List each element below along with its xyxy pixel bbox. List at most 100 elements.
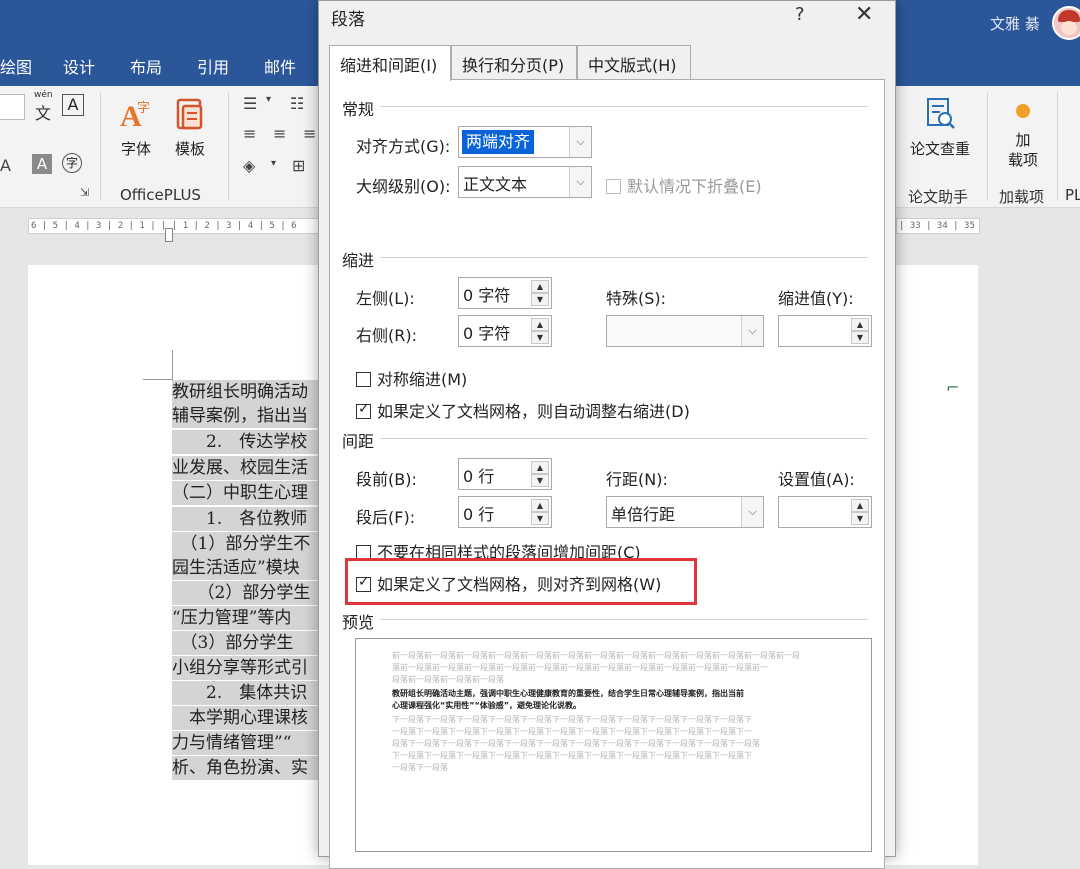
mirror-indents-checkbox[interactable]: 对称缩进(M) (356, 366, 467, 389)
font-dialog-launcher-icon[interactable]: ⇲ (80, 186, 89, 199)
avatar[interactable] (1052, 6, 1080, 40)
spacing-at-label: 设置值(A): (778, 470, 855, 489)
tab-line-page-breaks[interactable]: 换行和分页(P) (451, 45, 577, 79)
preview-prev-line: 段落前一段落前一段落前一段落 (392, 675, 504, 684)
doc-line: 教研组长明确活动 (172, 380, 322, 404)
preview-current-line: 教研组长明确活动主题，强调中职生心理健康教育的重要性，结合学生日常心理辅导案例，… (392, 689, 744, 698)
doc-line: （2）部分学生 (172, 581, 322, 605)
shading-dropdown-icon[interactable]: ▾ (271, 158, 276, 169)
preview-next-line: 一段落下一段落下一段落下一段落下一段落下一段落下一段落下一段落下一段落下一段落下… (392, 727, 752, 736)
numbering-icon[interactable]: ☷ (290, 94, 304, 113)
tab-layout[interactable]: 布局 (130, 54, 162, 78)
phonetic-guide-label: wén (34, 90, 53, 100)
tab-indents-spacing[interactable]: 缩进和间距(I) (329, 45, 451, 81)
spacing-section-label: 间距 (342, 432, 375, 451)
bullets-icon[interactable]: ☰ (243, 94, 257, 113)
spin-down-icon[interactable]: ▼ (531, 331, 549, 344)
borders-icon[interactable]: ⊞ (292, 156, 305, 175)
doc-line: 园生活适应”模块 (172, 556, 322, 580)
align-left-icon[interactable]: ≡ (243, 124, 256, 143)
comment-icon[interactable]: ⌐ (946, 378, 964, 397)
collapse-by-default-checkbox[interactable]: 默认情况下折叠(E) (606, 173, 762, 196)
chevron-down-icon: ⌵ (741, 497, 763, 527)
template-button[interactable]: 模板 (166, 96, 214, 159)
paper-check-button[interactable]: 论文查重 (903, 96, 977, 159)
spacing-after-stepper[interactable]: 0 行 ▲ ▼ (458, 496, 552, 528)
special-indent-label: 特殊(S): (606, 289, 667, 308)
indent-by-label: 缩进值(Y): (778, 289, 854, 308)
indent-section-label: 缩进 (342, 251, 375, 270)
tab-references[interactable]: 引用 (197, 54, 229, 78)
help-button[interactable]: ? (795, 4, 805, 25)
user-name[interactable]: 文雅 綦 (990, 13, 1040, 34)
indent-marker[interactable] (165, 228, 173, 242)
preview-section-label: 预览 (342, 613, 375, 632)
font-name-combo[interactable] (0, 94, 25, 120)
dialog-title: 段落 (331, 10, 365, 30)
doc-line: 业发展、校园生活 (172, 456, 322, 480)
tab-asian-typography[interactable]: 中文版式(H) (577, 45, 691, 79)
doc-line: 力与情绪管理”“ (172, 731, 322, 755)
alignment-select[interactable]: 两端对齐 ⌵ (458, 126, 592, 158)
indent-right-stepper[interactable]: 0 字符 ▲ ▼ (458, 315, 552, 347)
preview-next-line: 下一段落下一段落下一段落下一段落下一段落下一段落下一段落下一段落下一段落下一段落… (392, 715, 752, 724)
outline-level-label: 大纲级别(O): (356, 177, 451, 196)
spin-down-icon[interactable]: ▼ (531, 512, 549, 525)
spin-down-icon[interactable]: ▼ (531, 293, 549, 306)
doc-line: 析、角色扮演、实 (172, 756, 322, 780)
highlight-box (345, 558, 697, 605)
font-icon: A字 (120, 100, 150, 132)
tab-draw[interactable]: 绘图 (0, 54, 32, 78)
spin-down-icon[interactable]: ▼ (851, 512, 869, 525)
tab-design[interactable]: 设计 (63, 54, 95, 78)
indent-left-stepper[interactable]: 0 字符 ▲ ▼ (458, 277, 552, 309)
spin-up-icon[interactable]: ▲ (531, 318, 549, 331)
spin-up-icon[interactable]: ▲ (531, 499, 549, 512)
close-button[interactable]: ✕ (855, 2, 873, 27)
svg-text:字: 字 (137, 101, 150, 116)
tab-mailings[interactable]: 邮件 (264, 54, 296, 78)
preview-prev-line: 前一段落前一段落前一段落前一段落前一段落前一段落前一段落前一段落前一段落前一段落… (392, 651, 800, 660)
auto-adjust-right-indent-checkbox[interactable]: 如果定义了文档网格，则自动调整右缩进(D) (356, 398, 690, 421)
spin-down-icon[interactable]: ▼ (851, 331, 869, 344)
outline-level-select[interactable]: 正文文本 ⌵ (458, 166, 592, 198)
shading-icon[interactable]: ◈ (243, 156, 255, 175)
doc-line: （1）部分学生不 (172, 532, 322, 556)
addins-button[interactable]: 加 载项 (1000, 98, 1046, 170)
spacing-before-label: 段前(B): (356, 470, 417, 489)
spin-down-icon[interactable]: ▼ (531, 474, 549, 487)
line-spacing-select[interactable]: 单倍行距 ⌵ (606, 496, 764, 528)
font-button[interactable]: A字 字体 (113, 96, 159, 159)
line-spacing-label: 行距(N): (606, 470, 668, 489)
ruler-left-segment: 6 | 5 | 4 | 3 | 2 | 1 | | | 1 | 2 | 3 | … (28, 218, 320, 234)
officeplus-group-label-cut: PL (1065, 186, 1080, 204)
doc-line: 小组分享等形式引 (172, 656, 322, 680)
spin-up-icon[interactable]: ▲ (851, 318, 869, 331)
font-size-decrease-icon[interactable]: A (0, 156, 11, 175)
paper-assistant-group-label: 论文助手 (908, 188, 969, 206)
bullets-dropdown-icon[interactable]: ▾ (266, 94, 271, 105)
spin-up-icon[interactable]: ▲ (531, 280, 549, 293)
indent-by-stepper[interactable]: ▲ ▼ (778, 315, 872, 347)
doc-line: “压力管理”等内 (172, 606, 322, 630)
preview-next-line: 下一段落下一段落下一段落下一段落下一段落下一段落下一段落下一段落下一段落下一段落… (392, 751, 752, 760)
indent-right-label: 右侧(R): (356, 326, 417, 345)
chevron-down-icon: ⌵ (569, 167, 591, 197)
doc-line: （二）中职生心理 (172, 481, 322, 505)
doc-line: 本学期心理课核 (172, 706, 322, 730)
align-right-icon[interactable]: ≡ (303, 124, 316, 143)
spacing-before-stepper[interactable]: 0 行 ▲ ▼ (458, 458, 552, 490)
phonetic-guide-icon[interactable]: 文 (35, 100, 51, 124)
spacing-at-stepper[interactable]: ▲ ▼ (778, 496, 872, 528)
general-section-label: 常规 (342, 100, 375, 119)
align-center-icon[interactable]: ≡ (273, 124, 286, 143)
enclose-characters-icon[interactable]: 字 (62, 153, 82, 173)
spin-up-icon[interactable]: ▲ (531, 461, 549, 474)
template-icon (176, 98, 203, 130)
doc-line: 1. 各位教师 (172, 507, 322, 531)
character-shading-icon[interactable]: A (32, 154, 52, 174)
chevron-down-icon: ⌵ (569, 127, 591, 157)
spin-up-icon[interactable]: ▲ (851, 499, 869, 512)
special-indent-select[interactable]: ⌵ (606, 315, 764, 347)
character-border-icon[interactable]: A (62, 94, 84, 116)
